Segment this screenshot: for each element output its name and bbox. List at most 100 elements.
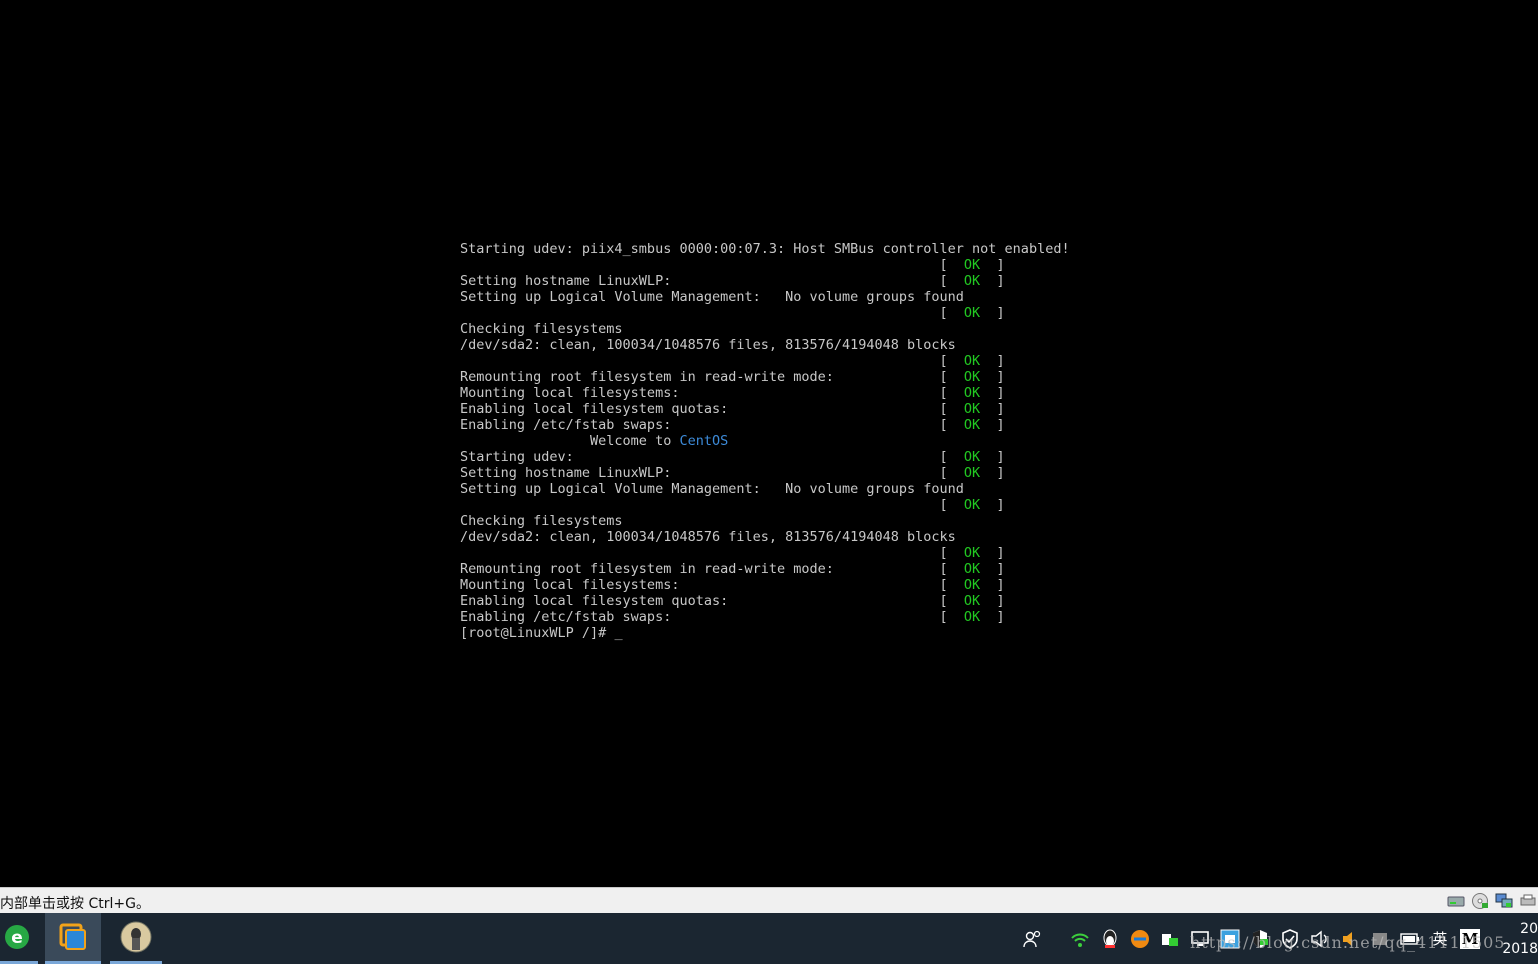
centos-label: CentOS (679, 433, 729, 449)
line-text: ] (980, 257, 1005, 273)
vmware-icon (58, 922, 88, 956)
line-text: Setting up Logical Volume Management: No… (460, 289, 964, 305)
terminal-line: [ OK ] (460, 497, 1070, 513)
line-text: Remounting root filesystem in read-write… (460, 369, 964, 385)
line-text: ] (980, 401, 1005, 417)
terminal-line: Remounting root filesystem in read-write… (460, 561, 1070, 577)
terminal-output: Starting udev: piix4_smbus 0000:00:07.3:… (460, 241, 1070, 641)
line-text: ] (980, 385, 1005, 401)
ok-status: OK (963, 465, 981, 481)
vm-console[interactable]: Starting udev: piix4_smbus 0000:00:07.3:… (0, 0, 1538, 887)
terminal-line: Welcome to CentOS (460, 433, 1070, 449)
line-text: [ (460, 545, 964, 561)
terminal-line: Setting up Logical Volume Management: No… (460, 481, 1070, 497)
terminal-line: Starting udev: piix4_smbus 0000:00:07.3:… (460, 241, 1070, 257)
line-text: Starting udev: [ (460, 449, 964, 465)
terminal-line: Enabling local filesystem quotas: [ OK ] (460, 401, 1070, 417)
people-icon[interactable] (1023, 929, 1043, 949)
cd-rom-icon[interactable] (1470, 892, 1490, 910)
line-text: /dev/sda2: clean, 100034/1048576 files, … (460, 529, 956, 545)
ok-status: OK (963, 593, 981, 609)
line-text: ] (980, 465, 1005, 481)
line-text: ] (980, 497, 1005, 513)
line-text: Checking filesystems (460, 321, 623, 337)
line-text: ] (980, 273, 1005, 289)
line-text: Setting hostname LinuxWLP: [ (460, 465, 964, 481)
ok-status: OK (963, 401, 981, 417)
network-adapter-icon[interactable] (1494, 892, 1514, 910)
line-text: ] (980, 305, 1005, 321)
line-text: ] (980, 353, 1005, 369)
line-text: ] (980, 449, 1005, 465)
watermark-url: https://blog.csdn.net/qq_41111505 (1190, 933, 1506, 952)
line-text: ] (980, 593, 1005, 609)
terminal-line: Mounting local filesystems: [ OK ] (460, 577, 1070, 593)
ok-status: OK (963, 273, 981, 289)
terminal-line: Setting hostname LinuxWLP: [ OK ] (460, 273, 1070, 289)
taskbar-app-ie[interactable]: e (0, 913, 38, 964)
line-text: /dev/sda2: clean, 100034/1048576 files, … (460, 337, 956, 353)
ok-status: OK (963, 609, 981, 625)
line-text: Checking filesystems (460, 513, 623, 529)
line-text: [ (460, 257, 964, 273)
ok-status: OK (963, 257, 981, 273)
terminal-line: Enabling /etc/fstab swaps: [ OK ] (460, 609, 1070, 625)
svg-text:e: e (11, 928, 23, 948)
wifi-icon[interactable] (1070, 929, 1090, 949)
printer-icon[interactable] (1518, 892, 1538, 910)
taskbar-clock[interactable]: 20 2018 (1502, 919, 1538, 959)
terminal-line: [ OK ] (460, 257, 1070, 273)
hard-disk-icon[interactable] (1446, 892, 1466, 910)
device-icons (1446, 892, 1538, 910)
ok-status: OK (963, 545, 981, 561)
clock-time: 20 (1520, 921, 1538, 937)
line-text: ] (980, 369, 1005, 385)
ok-status: OK (963, 417, 981, 433)
qq-penguin-icon[interactable] (1100, 929, 1120, 949)
terminal-line: [ OK ] (460, 305, 1070, 321)
terminal-line: Remounting root filesystem in read-write… (460, 369, 1070, 385)
line-text: Mounting local filesystems: [ (460, 577, 964, 593)
line-text: [root@LinuxWLP /]# (460, 625, 615, 641)
line-text: Enabling local filesystem quotas: [ (460, 593, 964, 609)
terminal-line: Checking filesystems (460, 321, 1070, 337)
line-text: Enabling /etc/fstab swaps: [ (460, 609, 964, 625)
ok-status: OK (963, 385, 981, 401)
terminal-line: Setting hostname LinuxWLP: [ OK ] (460, 465, 1070, 481)
terminal-line: Starting udev: [ OK ] (460, 449, 1070, 465)
line-text: Enabling /etc/fstab swaps: [ (460, 417, 964, 433)
image-viewer-icon (120, 921, 152, 957)
line-text: ] (980, 609, 1005, 625)
line-text: Starting udev: piix4_smbus 0000:00:07.3:… (460, 241, 1070, 257)
taskbar-app-vmware[interactable] (45, 913, 101, 964)
browser-icon[interactable] (1130, 929, 1150, 949)
device-manager-icon[interactable] (1160, 929, 1180, 949)
line-text: [ (460, 497, 964, 513)
ok-status: OK (963, 353, 981, 369)
terminal-line: Checking filesystems (460, 513, 1070, 529)
terminal-line: [ OK ] (460, 353, 1070, 369)
line-text: Enabling local filesystem quotas: [ (460, 401, 964, 417)
line-text: Remounting root filesystem in read-write… (460, 561, 964, 577)
line-text: [ (460, 353, 964, 369)
ok-status: OK (963, 449, 981, 465)
ok-status: OK (963, 369, 981, 385)
terminal-line: [ OK ] (460, 545, 1070, 561)
line-text: Welcome to (460, 433, 680, 449)
line-text: Mounting local filesystems: [ (460, 385, 964, 401)
terminal-line: [root@LinuxWLP /]# _ (460, 625, 1070, 641)
ok-status: OK (963, 561, 981, 577)
terminal-line: /dev/sda2: clean, 100034/1048576 files, … (460, 529, 1070, 545)
terminal-line: Mounting local filesystems: [ OK ] (460, 385, 1070, 401)
ok-status: OK (963, 497, 981, 513)
line-text: ] (980, 545, 1005, 561)
terminal-line: /dev/sda2: clean, 100034/1048576 files, … (460, 337, 1070, 353)
terminal-line: Enabling /etc/fstab swaps: [ OK ] (460, 417, 1070, 433)
terminal-line: Enabling local filesystem quotas: [ OK ] (460, 593, 1070, 609)
vmware-status-bar: 内部单击或按 Ctrl+G。 (0, 887, 1538, 913)
terminal-cursor: _ (614, 625, 623, 641)
ok-status: OK (963, 305, 981, 321)
ok-status: OK (963, 577, 981, 593)
line-text: ] (980, 577, 1005, 593)
taskbar-app-image[interactable] (110, 913, 162, 964)
